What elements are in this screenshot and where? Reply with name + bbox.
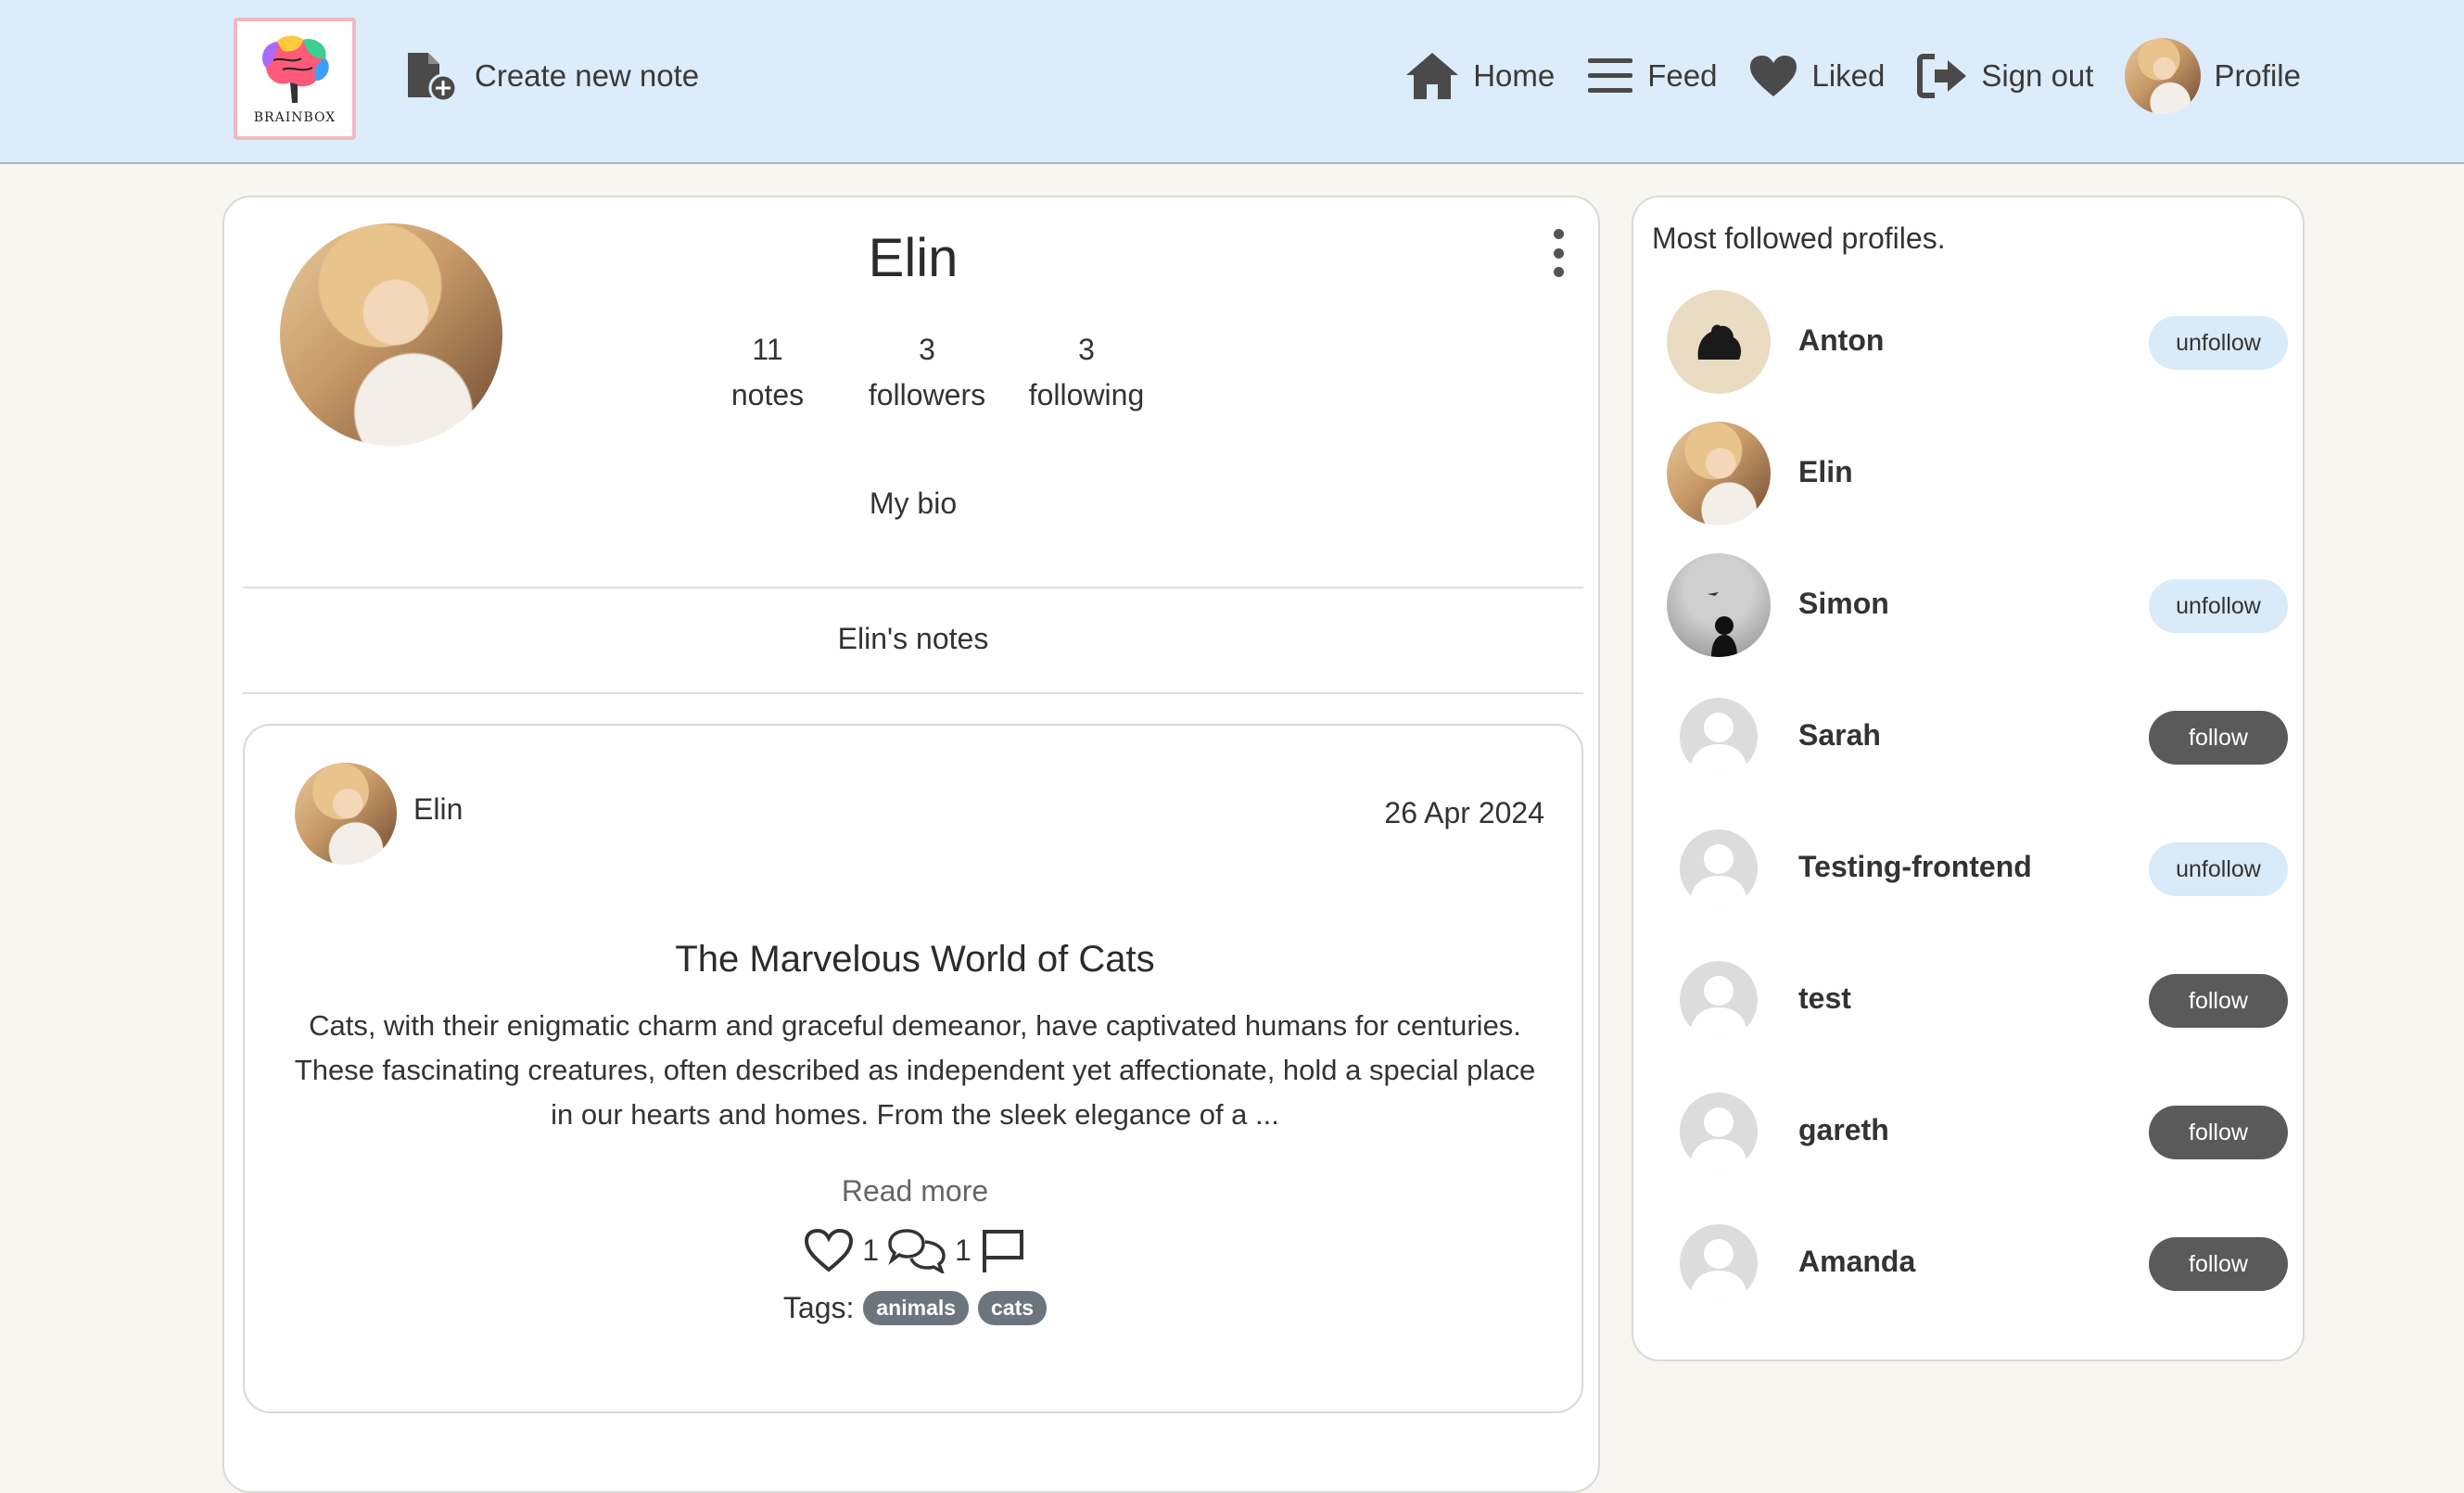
home-icon: [1406, 53, 1459, 99]
note-title[interactable]: The Marvelous World of Cats: [245, 939, 1585, 981]
default-user-icon: [1680, 961, 1758, 1039]
create-note-label: Create new note: [475, 58, 700, 93]
heart-icon: [1750, 56, 1797, 96]
stat-value: 3: [919, 333, 935, 366]
profile-row-elin: Elin: [1667, 422, 2288, 525]
stat-label: notes: [730, 378, 805, 411]
nav-liked-label: Liked: [1811, 58, 1886, 93]
profile-name[interactable]: gareth: [1798, 1113, 1889, 1147]
tag-cats[interactable]: cats: [978, 1291, 1048, 1325]
avatar[interactable]: [1667, 422, 1771, 525]
sign-out-icon: [1917, 54, 1967, 98]
profile-row-simon: Simon unfollow: [1667, 553, 2288, 657]
nav-signout[interactable]: Sign out: [1916, 53, 2093, 99]
avatar[interactable]: [1667, 553, 1771, 657]
default-user-icon: [1680, 1093, 1758, 1170]
read-more-link[interactable]: Read more: [245, 1174, 1585, 1208]
navbar: BRAINBOX Create new note Home Feed Liked…: [0, 0, 2464, 164]
stat-label: followers: [868, 378, 986, 411]
nav-home-label: Home: [1473, 58, 1556, 93]
brainbox-logo[interactable]: BRAINBOX: [234, 18, 356, 140]
stat-following: 3 following: [1007, 327, 1166, 418]
create-note-link[interactable]: Create new note: [404, 46, 699, 106]
follow-button[interactable]: follow: [2149, 1237, 2288, 1291]
sidebar-title: Most followed profiles.: [1652, 221, 1946, 255]
flag-icon[interactable]: [979, 1226, 1027, 1274]
profile-name[interactable]: Amanda: [1798, 1245, 1915, 1279]
note-author-avatar[interactable]: [295, 763, 397, 865]
comments-icon[interactable]: [886, 1227, 947, 1273]
profile-name[interactable]: Elin: [1798, 455, 1853, 489]
follow-button[interactable]: follow: [2149, 711, 2288, 765]
bear-icon: [1697, 324, 1741, 360]
profile-row-gareth: gareth follow: [1667, 1080, 2288, 1183]
note-author[interactable]: Elin: [413, 792, 463, 827]
brain-icon: [262, 35, 329, 103]
avatar: [2125, 38, 2202, 114]
profile-row-amanda: Amanda follow: [1667, 1211, 2288, 1315]
divider: [243, 587, 1583, 588]
avatar[interactable]: [1667, 1211, 1771, 1315]
logo-text: BRAINBOX: [253, 110, 337, 125]
tag-animals[interactable]: animals: [863, 1291, 970, 1325]
nav-home[interactable]: Home: [1404, 51, 1555, 101]
stat-value: 11: [752, 333, 783, 366]
profile-row-test: test follow: [1667, 948, 2288, 1052]
profile-name[interactable]: Simon: [1798, 587, 1889, 621]
nav-profile-label: Profile: [2214, 58, 2301, 93]
tags-label: Tags:: [782, 1291, 855, 1324]
profile-card: Elin 11 notes 3 followers 3 following My…: [222, 196, 1600, 1493]
profile-stats: 11 notes 3 followers 3 following: [688, 327, 1166, 418]
profile-name[interactable]: Testing-frontend: [1798, 850, 2032, 884]
follow-button[interactable]: follow: [2149, 974, 2288, 1028]
file-plus-icon: [408, 53, 458, 103]
more-options-icon[interactable]: [1544, 229, 1572, 277]
most-followed-sidebar: Most followed profiles. Anton unfollow E…: [1632, 196, 2305, 1361]
nav-feed-label: Feed: [1647, 58, 1718, 93]
nav-links: Home Feed Liked Sign out Profile: [1404, 37, 2301, 115]
note-tags: Tags: animals cats: [245, 1291, 1585, 1325]
profile-bio: My bio: [869, 487, 958, 520]
profile-row-sarah: Sarah follow: [1667, 685, 2288, 789]
profile-name[interactable]: Sarah: [1798, 718, 1881, 753]
notes-heading: Elin's notes: [837, 622, 989, 655]
comment-count: 1: [955, 1233, 972, 1267]
avatar[interactable]: [1667, 948, 1771, 1052]
unfollow-button[interactable]: unfollow: [2149, 579, 2288, 633]
nav-signout-label: Sign out: [1981, 58, 2094, 93]
avatar[interactable]: [1667, 290, 1771, 394]
avatar[interactable]: [1667, 685, 1771, 789]
default-user-icon: [1680, 698, 1758, 776]
stat-followers: 3 followers: [847, 327, 1007, 418]
profile-name[interactable]: Anton: [1798, 323, 1884, 358]
heart-outline-icon[interactable]: [803, 1227, 855, 1273]
avatar[interactable]: [1667, 816, 1771, 920]
profile-row-testing-frontend: Testing-frontend unfollow: [1667, 816, 2288, 920]
menu-lines-icon: [1588, 58, 1633, 93]
stat-label: following: [1028, 378, 1145, 411]
default-user-icon: [1680, 829, 1758, 907]
stat-notes: 11 notes: [688, 327, 847, 418]
like-count: 1: [862, 1233, 879, 1267]
divider: [243, 692, 1583, 694]
stat-value: 3: [1078, 333, 1095, 366]
profile-row-anton: Anton unfollow: [1667, 290, 2288, 394]
nav-profile[interactable]: Profile: [2125, 38, 2301, 114]
unfollow-button[interactable]: unfollow: [2149, 842, 2288, 896]
profile-name[interactable]: test: [1798, 981, 1851, 1016]
follow-button[interactable]: follow: [2149, 1106, 2288, 1159]
unfollow-button[interactable]: unfollow: [2149, 316, 2288, 370]
nav-feed[interactable]: Feed: [1586, 55, 1717, 97]
note-actions: 1 1: [245, 1226, 1585, 1274]
avatar[interactable]: [1667, 1080, 1771, 1183]
silhouette-icon: [1708, 592, 1737, 657]
note-body: Cats, with their enigmatic charm and gra…: [294, 1009, 1536, 1131]
note-date: 26 Apr 2024: [1384, 796, 1544, 829]
default-user-icon: [1680, 1224, 1758, 1302]
note-card[interactable]: Elin 26 Apr 2024 The Marvelous World of …: [243, 724, 1583, 1413]
nav-liked[interactable]: Liked: [1748, 54, 1885, 98]
profile-name: Elin: [868, 228, 959, 288]
